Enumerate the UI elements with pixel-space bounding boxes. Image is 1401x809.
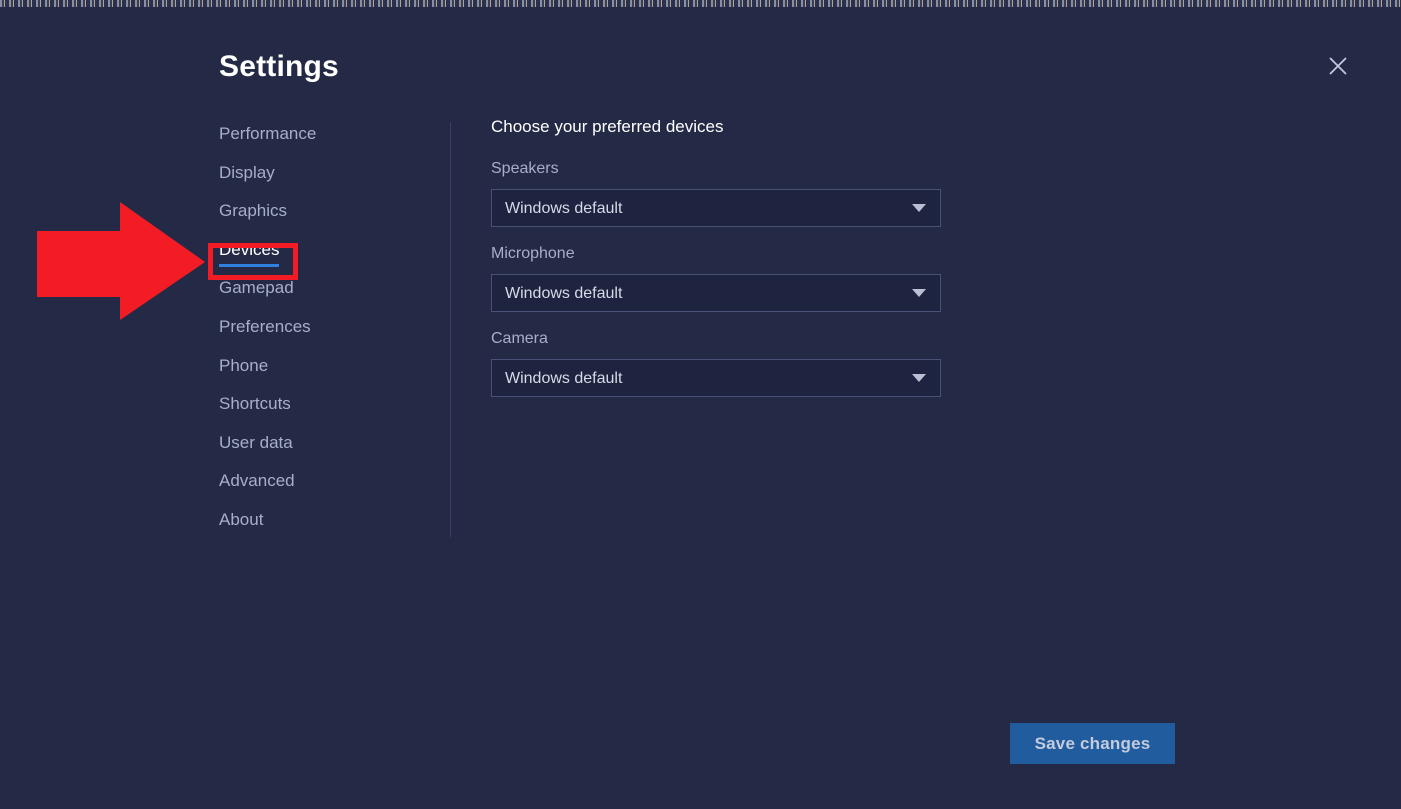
microphone-select[interactable]: Windows default bbox=[491, 274, 941, 312]
microphone-label: Microphone bbox=[491, 245, 575, 262]
camera-select-value: Windows default bbox=[505, 369, 623, 387]
camera-select[interactable]: Windows default bbox=[491, 359, 941, 397]
chevron-down-icon bbox=[912, 204, 926, 212]
sidebar-item-performance[interactable]: Performance bbox=[219, 124, 316, 144]
page-title: Settings bbox=[219, 50, 339, 83]
sidebar-item-label: Gamepad bbox=[219, 278, 294, 298]
sidebar-item-devices[interactable]: Devices bbox=[219, 239, 280, 267]
right-arrow-annotation-icon bbox=[37, 202, 205, 320]
sidebar-item-label: User data bbox=[219, 432, 293, 452]
field-group-microphone: Microphone Windows default bbox=[491, 244, 941, 312]
devices-panel: Choose your preferred devices Speakers Wi… bbox=[491, 117, 941, 414]
sidebar-item-user-data[interactable]: User data bbox=[219, 433, 293, 453]
sidebar-item-preferences[interactable]: Preferences bbox=[219, 317, 311, 337]
sidebar-item-gamepad[interactable]: Gamepad bbox=[219, 278, 294, 298]
sidebar-content-divider bbox=[450, 122, 451, 537]
save-changes-button[interactable]: Save changes bbox=[1010, 723, 1175, 764]
field-group-speakers: Speakers Windows default bbox=[491, 159, 941, 227]
sidebar-item-phone[interactable]: Phone bbox=[219, 356, 268, 376]
background-window-sliver bbox=[0, 0, 1401, 7]
close-icon[interactable] bbox=[1321, 49, 1355, 83]
settings-modal: Settings Performance Display Graphics Devic… bbox=[0, 7, 1401, 809]
speakers-label: Speakers bbox=[491, 160, 559, 177]
sidebar-item-label: Display bbox=[219, 162, 275, 182]
sidebar-item-label: Graphics bbox=[219, 201, 288, 221]
settings-sidebar: Performance Display Graphics Devices Gamepad… bbox=[219, 124, 434, 549]
speakers-select-value: Windows default bbox=[505, 199, 623, 217]
sidebar-item-label: Devices bbox=[219, 239, 280, 259]
sidebar-item-label: Performance bbox=[219, 124, 317, 143]
device-fields-list: Speakers Windows default Microphone Windows… bbox=[491, 159, 941, 397]
sidebar-item-label: Shortcuts bbox=[219, 394, 291, 414]
chevron-down-icon bbox=[912, 289, 926, 297]
sidebar-item-graphics[interactable]: Graphics bbox=[219, 201, 287, 221]
camera-label: Camera bbox=[491, 330, 548, 347]
sidebar-active-underline bbox=[219, 263, 280, 267]
sidebar-item-label: Advanced bbox=[219, 471, 295, 491]
chevron-down-icon bbox=[912, 374, 926, 382]
sidebar-item-shortcuts[interactable]: Shortcuts bbox=[219, 394, 291, 414]
field-group-camera: Camera Windows default bbox=[491, 329, 941, 397]
sidebar-item-display[interactable]: Display bbox=[219, 163, 275, 183]
microphone-select-value: Windows default bbox=[505, 284, 623, 302]
sidebar-item-label: Preferences bbox=[219, 316, 311, 336]
panel-heading: Choose your preferred devices bbox=[491, 117, 724, 136]
sidebar-item-label: Phone bbox=[219, 355, 269, 375]
sidebar-item-about[interactable]: About bbox=[219, 510, 263, 530]
sidebar-item-label: About bbox=[219, 509, 264, 529]
sidebar-item-advanced[interactable]: Advanced bbox=[219, 471, 295, 491]
speakers-select[interactable]: Windows default bbox=[491, 189, 941, 227]
